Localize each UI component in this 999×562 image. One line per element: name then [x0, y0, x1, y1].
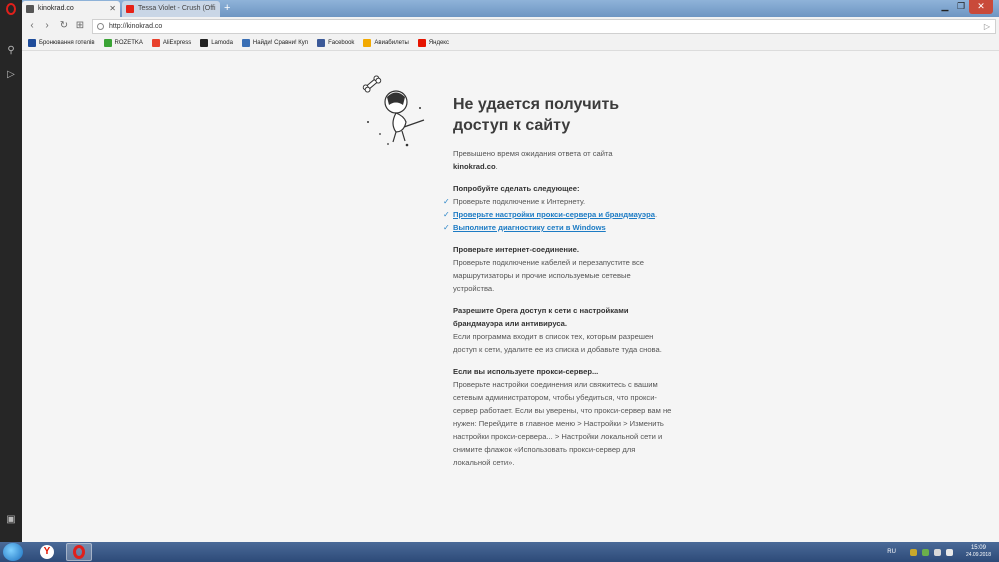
try-section: Попробуйте сделать следующее: ✓ Проверьте… [443, 182, 673, 234]
help-section-body: Проверьте подключение кабелей и перезапу… [453, 258, 644, 293]
help-section-title: Проверьте интернет-соединение. [453, 245, 579, 254]
bookmark-favicon-icon [363, 39, 372, 47]
try-title: Попробуйте сделать следующее: [453, 184, 580, 193]
sidebar-toggle-icon[interactable]: ▣ [5, 514, 17, 526]
bookmark-item[interactable]: Найди! Сравни! Куп [241, 39, 309, 47]
bookmark-favicon-icon [241, 39, 250, 47]
tab-title: kinokrad.co [38, 5, 74, 12]
taskbar-opera[interactable] [66, 543, 92, 561]
dog-illustration [362, 75, 425, 147]
bookmark-favicon-icon [151, 39, 160, 47]
bookmark-label: Бронювання готелів [39, 40, 95, 46]
help-section: Если вы используете прокси-сервер... Пров… [453, 365, 673, 469]
tab-kinokrad[interactable]: kinokrad.co ✕ [22, 1, 120, 17]
bookmark-label: Яндекс [428, 40, 449, 46]
suggestion-link[interactable]: Проверьте настройки прокси-сервера и бра… [453, 210, 655, 219]
search-icon[interactable]: ⚲ [5, 45, 17, 57]
youtube-favicon-icon [126, 5, 134, 13]
yandex-icon: Y [40, 545, 54, 559]
bookmark-favicon-icon [200, 39, 209, 47]
suggestion-item: ✓ Проверьте подключение к Интернету. [443, 195, 673, 208]
help-section: Разрешите Opera доступ к сети с настройк… [453, 304, 673, 356]
error-page: Не удается получить доступ к сайту Превы… [22, 52, 999, 542]
bookmarks-bar: Бронювання готелів ROZETKA AliExpress Lamod… [22, 36, 999, 51]
checkmark-icon: ✓ [443, 210, 450, 219]
bookmark-label: Авиабилеты [374, 40, 409, 46]
try-list: ✓ Проверьте подключение к Интернету. ✓ Пров… [443, 195, 673, 234]
bookmark-item[interactable]: Авиабилеты [363, 39, 409, 47]
forward-button[interactable]: › [40, 19, 54, 33]
bookmark-label: Найди! Сравни! Куп [252, 40, 309, 46]
site-suffix: . [495, 162, 498, 171]
network-icon[interactable] [933, 548, 941, 556]
url-text: http://kinokrad.co [109, 23, 163, 30]
bookmark-label: ROZETKA [114, 40, 143, 46]
sidebar: ⚲ ▷ ▣ [0, 17, 22, 542]
tab-close-icon[interactable]: ✕ [109, 1, 116, 17]
error-content: Не удается получить доступ к сайту Превы… [443, 94, 673, 469]
bookmark-item[interactable]: Lamoda [200, 39, 233, 47]
bookmark-label: AliExpress [162, 40, 192, 46]
clock-date: 24.09.2018 [965, 552, 991, 558]
suggestion-link[interactable]: Выполните диагностику сети в Windows [453, 223, 606, 232]
bookmark-label: Facebook [328, 40, 355, 46]
address-bar[interactable]: http://kinokrad.co ▷ [92, 19, 996, 34]
globe-icon [97, 23, 104, 30]
minimize-button[interactable]: ▁ [937, 0, 953, 14]
help-section-body: Проверьте настройки соединения или свяжи… [453, 380, 672, 467]
window-controls: ▁ ❐ ✕ [937, 0, 993, 14]
start-button[interactable] [3, 543, 23, 561]
tray-app-icon[interactable] [909, 548, 917, 556]
clock[interactable]: 15:09 24.09.2018 [966, 545, 991, 559]
bookmark-label: Lamoda [211, 40, 233, 46]
timeout-text: Превышено время ожидания ответа от сайта [453, 149, 613, 158]
help-section-title: Если вы используете прокси-сервер... [453, 367, 599, 376]
send-page-icon[interactable]: ▷ [984, 20, 990, 33]
suggestion-item: ✓ Выполните диагностику сети в Windows [443, 221, 673, 234]
suggestion-item: ✓ Проверьте настройки прокси-сервера и бр… [443, 208, 673, 221]
language-indicator[interactable]: RU [887, 549, 896, 555]
new-tab-button[interactable]: + [224, 1, 230, 16]
site-name: kinokrad.co [453, 162, 496, 171]
suggestion-text: Проверьте подключение к Интернету. [453, 197, 586, 206]
bookmark-item[interactable]: Яндекс [417, 39, 449, 47]
address-toolbar: ‹ › ↻ ⊞ http://kinokrad.co ▷ [22, 17, 999, 36]
help-sections: Проверьте интернет-соединение. Проверьте … [453, 243, 673, 469]
maximize-button[interactable]: ❐ [953, 0, 969, 14]
timeout-message: Превышено время ожидания ответа от сайта… [453, 147, 673, 173]
bookmark-favicon-icon [28, 39, 36, 47]
bookmark-favicon-icon [417, 39, 426, 47]
checkmark-icon: ✓ [443, 223, 450, 232]
opera-menu-button[interactable] [0, 0, 22, 17]
help-section-title: Разрешите Opera доступ к сети с настройк… [453, 306, 629, 328]
windows-taskbar: Y RU 15:09 24.09.2018 [0, 542, 999, 562]
bookmark-item[interactable]: AliExpress [151, 39, 192, 47]
flow-send-icon[interactable]: ▷ [5, 69, 17, 81]
reload-button[interactable]: ↻ [57, 19, 71, 33]
bookmark-item[interactable]: Facebook [317, 39, 354, 47]
clock-time: 15:09 [970, 545, 986, 551]
taskbar-yandex-browser[interactable]: Y [34, 543, 60, 561]
tray-app-icon[interactable] [921, 548, 929, 556]
close-window-button[interactable]: ✕ [969, 0, 993, 14]
system-tray: RU 15:09 24.09.2018 [887, 542, 991, 562]
error-heading: Не удается получить доступ к сайту [453, 96, 620, 134]
tab-youtube[interactable]: Tessa Violet - Crush (Offi [122, 1, 220, 17]
suggestion-suffix: . [654, 210, 658, 219]
title-bar: kinokrad.co ✕ Tessa Violet - Crush (Offi… [0, 0, 999, 17]
volume-icon[interactable] [945, 548, 953, 556]
checkmark-icon: ✓ [443, 197, 450, 206]
back-button[interactable]: ‹ [25, 19, 39, 33]
opera-icon [73, 545, 85, 559]
bookmark-favicon-icon [317, 39, 326, 47]
bookmark-favicon-icon [103, 39, 112, 47]
opera-logo-icon [6, 2, 16, 15]
page-favicon-icon [26, 5, 34, 13]
speed-dial-icon[interactable]: ⊞ [73, 19, 87, 33]
bookmark-item[interactable]: Бронювання готелів [28, 39, 95, 47]
help-section-body: Если программа входит в список тех, кото… [453, 332, 662, 354]
bookmark-item[interactable]: ROZETKA [103, 39, 143, 47]
tab-title: Tessa Violet - Crush (Offi [138, 5, 216, 12]
help-section: Проверьте интернет-соединение. Проверьте … [453, 243, 673, 295]
